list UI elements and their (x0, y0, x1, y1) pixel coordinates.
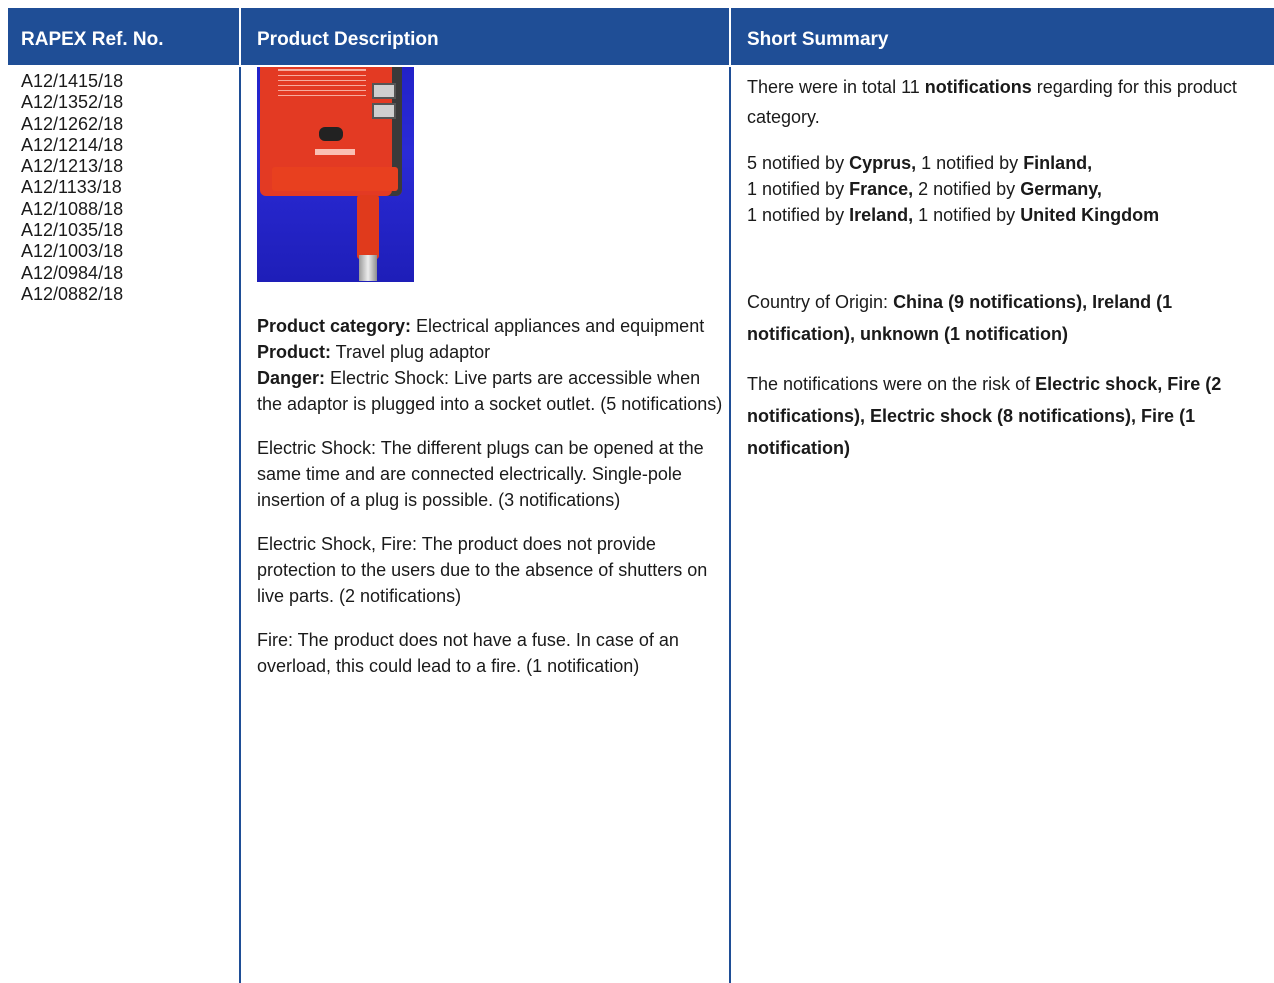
country-name: Ireland, (849, 205, 914, 225)
category-label: Product category: (257, 316, 412, 336)
header-product-description: Product Description (257, 29, 439, 50)
country-name: Cyprus, (849, 153, 917, 173)
product-label: Product: (257, 342, 331, 362)
summary-bold: notifications (924, 77, 1032, 97)
plug-pin (357, 195, 379, 259)
summary-text: 1 notified by (913, 205, 1021, 225)
summary-text: 1 notified by (916, 153, 1024, 173)
ref-number: A12/1262/18 (21, 113, 124, 134)
ref-number: A12/1213/18 (21, 156, 124, 177)
header-short-summary: Short Summary (747, 29, 889, 50)
header-ref-no: RAPEX Ref. No. (21, 29, 164, 50)
summary-origin: Country of Origin: China (9 notification… (747, 286, 1267, 350)
summary-risk: The notifications were on the risk of El… (747, 368, 1267, 464)
product-value: Travel plug adaptor (331, 342, 491, 362)
description-paragraph: Product category: Electrical appliances … (257, 313, 727, 417)
description-paragraph: Electric Shock: The different plugs can … (257, 438, 704, 510)
ref-number: A12/1415/18 (21, 71, 124, 91)
summary-countries: 5 notified by Cyprus, 1 notified by Finl… (747, 150, 1267, 228)
table-header: RAPEX Ref. No. Product Description Short… (8, 8, 1274, 67)
summary-text: 1 notified by (747, 205, 850, 225)
ref-number: A12/0882/18 (21, 283, 124, 304)
summary-text: Country of Origin: (747, 292, 894, 312)
short-summary: There were in total 11 notifications reg… (747, 72, 1267, 464)
ref-number: A12/0984/18 (21, 262, 124, 283)
description-paragraph: Electric Shock, Fire: The product does n… (257, 534, 708, 606)
summary-text: There were in total 11 (747, 77, 925, 97)
column-divider (729, 67, 731, 983)
summary-text: 1 notified by (747, 179, 850, 199)
danger-label: Danger: (257, 368, 326, 388)
adaptor-body (260, 67, 402, 196)
product-description: Product category: Electrical appliances … (257, 313, 727, 697)
summary-total: There were in total 11 notifications reg… (747, 72, 1267, 132)
country-name: Germany, (1020, 179, 1102, 199)
label-text-graphic (278, 69, 366, 100)
ref-number: A12/1133/18 (21, 177, 122, 198)
column-divider (239, 67, 241, 983)
country-name: Finland, (1023, 153, 1093, 173)
plug-pin-tip (359, 255, 377, 281)
product-photo (257, 67, 414, 282)
header-divider (239, 8, 241, 65)
adaptor-base (272, 167, 398, 191)
ref-number: A12/1003/18 (21, 241, 124, 262)
usb-port (372, 103, 396, 119)
ref-number: A12/1214/18 (21, 134, 124, 155)
category-value: Electrical appliances and equipment (411, 316, 705, 336)
summary-text: 5 notified by (747, 153, 850, 173)
usb-port (372, 83, 396, 99)
danger-value: Electric Shock: Live parts are accessibl… (257, 368, 723, 414)
country-name: United Kingdom (1020, 205, 1160, 225)
summary-text: 2 notified by (913, 179, 1021, 199)
logo-graphic (315, 149, 355, 155)
ref-number: A12/1352/18 (21, 92, 124, 113)
slider-button (319, 127, 343, 141)
description-paragraph: Fire: The product does not have a fuse. … (257, 630, 679, 676)
rapex-table: RAPEX Ref. No. Product Description Short… (8, 8, 1274, 983)
header-divider (729, 8, 731, 65)
summary-text: The notifications were on the risk of (747, 374, 1036, 394)
ref-number: A12/1088/18 (21, 198, 124, 219)
ref-number: A12/1035/18 (21, 220, 124, 241)
ref-list: A12/1415/18 A12/1352/18 A12/1262/18 A12/… (21, 71, 231, 305)
country-name: France, (849, 179, 914, 199)
